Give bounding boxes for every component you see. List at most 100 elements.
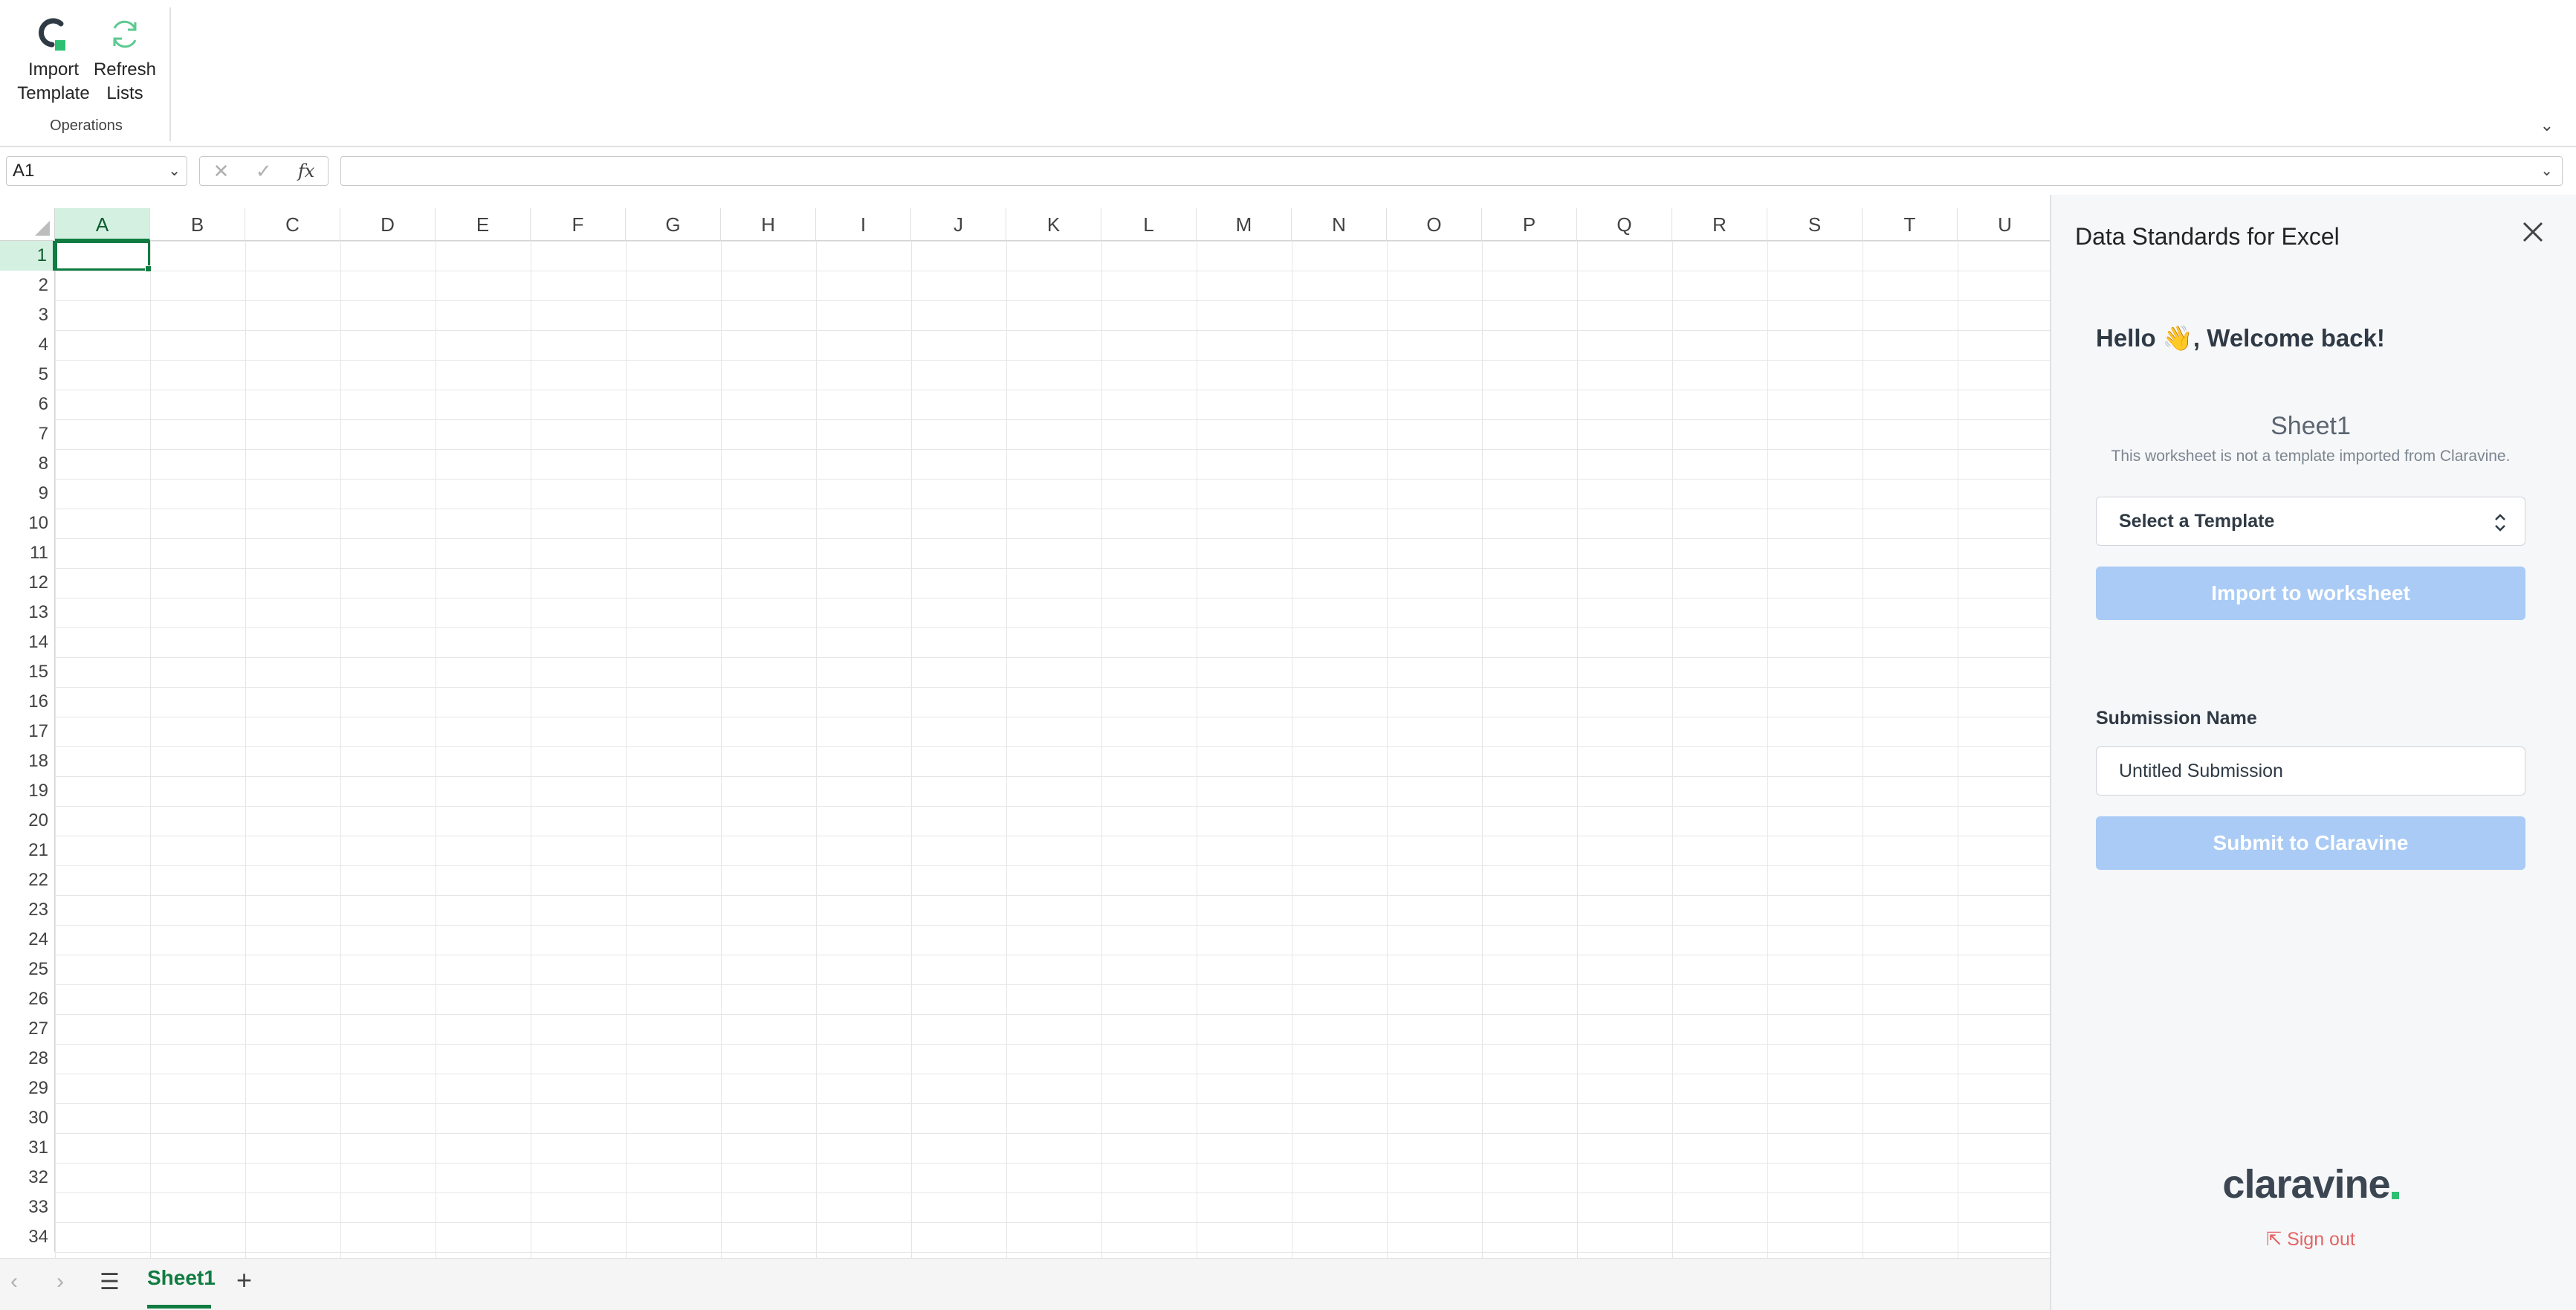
ribbon: Import Template Refresh Lists Operations…	[0, 0, 2576, 147]
sign-out-icon: ⇱	[2266, 1229, 2282, 1250]
column-header[interactable]: T	[1863, 208, 1958, 241]
column-header[interactable]: B	[150, 208, 245, 241]
claravine-logo: claravine	[2096, 1161, 2525, 1207]
expand-formula-icon[interactable]: ⌄	[2540, 161, 2553, 180]
column-header[interactable]: N	[1292, 208, 1387, 241]
row-header[interactable]: 25	[0, 955, 55, 984]
sign-out-link[interactable]: ⇱ Sign out	[2096, 1228, 2525, 1251]
row-header[interactable]: 9	[0, 479, 55, 509]
cell-area[interactable]	[55, 241, 2050, 1258]
column-header[interactable]: F	[531, 208, 626, 241]
column-header[interactable]: O	[1387, 208, 1482, 241]
close-icon[interactable]	[2518, 217, 2548, 247]
row-header[interactable]: 32	[0, 1163, 55, 1193]
row-header[interactable]: 4	[0, 330, 55, 360]
column-header[interactable]: K	[1006, 208, 1101, 241]
refresh-icon	[88, 10, 162, 58]
all-sheets-menu-icon[interactable]: ☰	[100, 1269, 120, 1295]
submit-to-claravine-button[interactable]: Submit to Claravine	[2096, 816, 2525, 870]
row-header[interactable]: 7	[0, 419, 55, 449]
add-sheet-icon[interactable]: +	[236, 1265, 252, 1296]
row-header[interactable]: 6	[0, 390, 55, 419]
import-template-icon	[16, 10, 91, 58]
column-header[interactable]: L	[1101, 208, 1197, 241]
column-header[interactable]: P	[1482, 208, 1577, 241]
import-to-worksheet-button[interactable]: Import to worksheet	[2096, 567, 2525, 620]
row-header[interactable]: 21	[0, 836, 55, 865]
column-header[interactable]: D	[340, 208, 436, 241]
worksheet-name: Sheet1	[2271, 412, 2351, 440]
row-header[interactable]: 31	[0, 1133, 55, 1163]
row-header[interactable]: 18	[0, 746, 55, 776]
row-header[interactable]: 28	[0, 1044, 55, 1074]
row-header[interactable]: 1	[0, 241, 55, 271]
row-header[interactable]: 22	[0, 865, 55, 895]
row-header[interactable]: 13	[0, 598, 55, 627]
column-header[interactable]: R	[1672, 208, 1767, 241]
task-pane: Data Standards for Excel Hello 👋, Welcom…	[2050, 195, 2576, 1310]
active-cell[interactable]	[55, 241, 152, 272]
column-header[interactable]: I	[816, 208, 911, 241]
import-template-button[interactable]: Import Template	[16, 10, 91, 106]
row-header[interactable]: 8	[0, 449, 55, 479]
column-header[interactable]: J	[911, 208, 1006, 241]
chevron-down-icon[interactable]: ⌄	[168, 161, 181, 180]
column-header[interactable]: M	[1197, 208, 1292, 241]
operations-group-label: Operations	[50, 117, 123, 134]
cancel-icon[interactable]: ✕	[213, 160, 230, 183]
sign-out-label: Sign out	[2287, 1229, 2355, 1250]
row-header[interactable]: 23	[0, 895, 55, 925]
submission-name-field[interactable]	[2096, 746, 2525, 796]
row-header[interactable]: 16	[0, 687, 55, 717]
row-header[interactable]: 17	[0, 717, 55, 746]
column-header[interactable]: G	[626, 208, 721, 241]
import-template-label: Import Template	[17, 59, 90, 103]
row-header[interactable]: 11	[0, 538, 55, 568]
row-header[interactable]: 14	[0, 627, 55, 657]
active-tab-indicator	[147, 1305, 211, 1309]
submission-name-label: Submission Name	[2096, 708, 2257, 729]
row-header[interactable]: 3	[0, 300, 55, 330]
column-header[interactable]: S	[1767, 208, 1863, 241]
formula-input[interactable]: ⌄	[340, 156, 2563, 186]
sheet-tab-sheet1[interactable]: Sheet1	[141, 1266, 221, 1290]
row-header[interactable]: 20	[0, 806, 55, 836]
refresh-lists-button[interactable]: Refresh Lists	[88, 10, 162, 106]
template-select[interactable]: Select a Template	[2096, 497, 2525, 546]
row-header[interactable]: 24	[0, 925, 55, 955]
worksheet-note: This worksheet is not a template importe…	[2111, 448, 2511, 465]
spreadsheet-grid: ABCDEFGHIJKLMNOPQRSTU 1 2 3 4 5 6 7 8 9 10 11 12 13 1…	[0, 208, 2050, 1258]
check-icon[interactable]: ✓	[256, 160, 272, 183]
column-header[interactable]: E	[436, 208, 531, 241]
row-header[interactable]: 33	[0, 1193, 55, 1222]
column-header[interactable]: U	[1958, 208, 2050, 241]
name-box[interactable]: A1 ⌄	[6, 156, 187, 186]
row-header[interactable]: 15	[0, 657, 55, 687]
insert-function-icon[interactable]: fx	[298, 161, 314, 181]
pane-title: Data Standards for Excel	[2075, 223, 2340, 250]
row-header[interactable]: 10	[0, 509, 55, 538]
welcome-greeting: Hello 👋, Welcome back!	[2096, 324, 2385, 352]
column-header[interactable]: H	[721, 208, 816, 241]
row-header[interactable]: 5	[0, 360, 55, 390]
ribbon-expand-icon[interactable]: ⌄	[2540, 116, 2554, 135]
row-header[interactable]: 30	[0, 1103, 55, 1133]
formula-buttons: ✕ ✓ fx	[199, 156, 329, 186]
fill-handle[interactable]	[145, 265, 152, 272]
row-header[interactable]: 26	[0, 984, 55, 1014]
row-header[interactable]: 34	[0, 1222, 55, 1252]
previous-sheet-icon[interactable]: ‹	[10, 1269, 18, 1294]
row-header[interactable]: 27	[0, 1014, 55, 1044]
row-header[interactable]: 2	[0, 271, 55, 300]
row-header[interactable]: 19	[0, 776, 55, 806]
column-header[interactable]: C	[245, 208, 340, 241]
column-header[interactable]: Q	[1577, 208, 1672, 241]
up-down-chevron-icon	[2495, 514, 2505, 532]
next-sheet-icon[interactable]: ›	[56, 1269, 64, 1294]
submission-name-input[interactable]	[2097, 747, 2507, 795]
row-header[interactable]: 29	[0, 1074, 55, 1103]
column-header[interactable]: A	[55, 208, 150, 241]
row-header[interactable]: 12	[0, 568, 55, 598]
select-all-corner[interactable]	[0, 208, 55, 241]
template-select-value: Select a Template	[2119, 511, 2275, 532]
